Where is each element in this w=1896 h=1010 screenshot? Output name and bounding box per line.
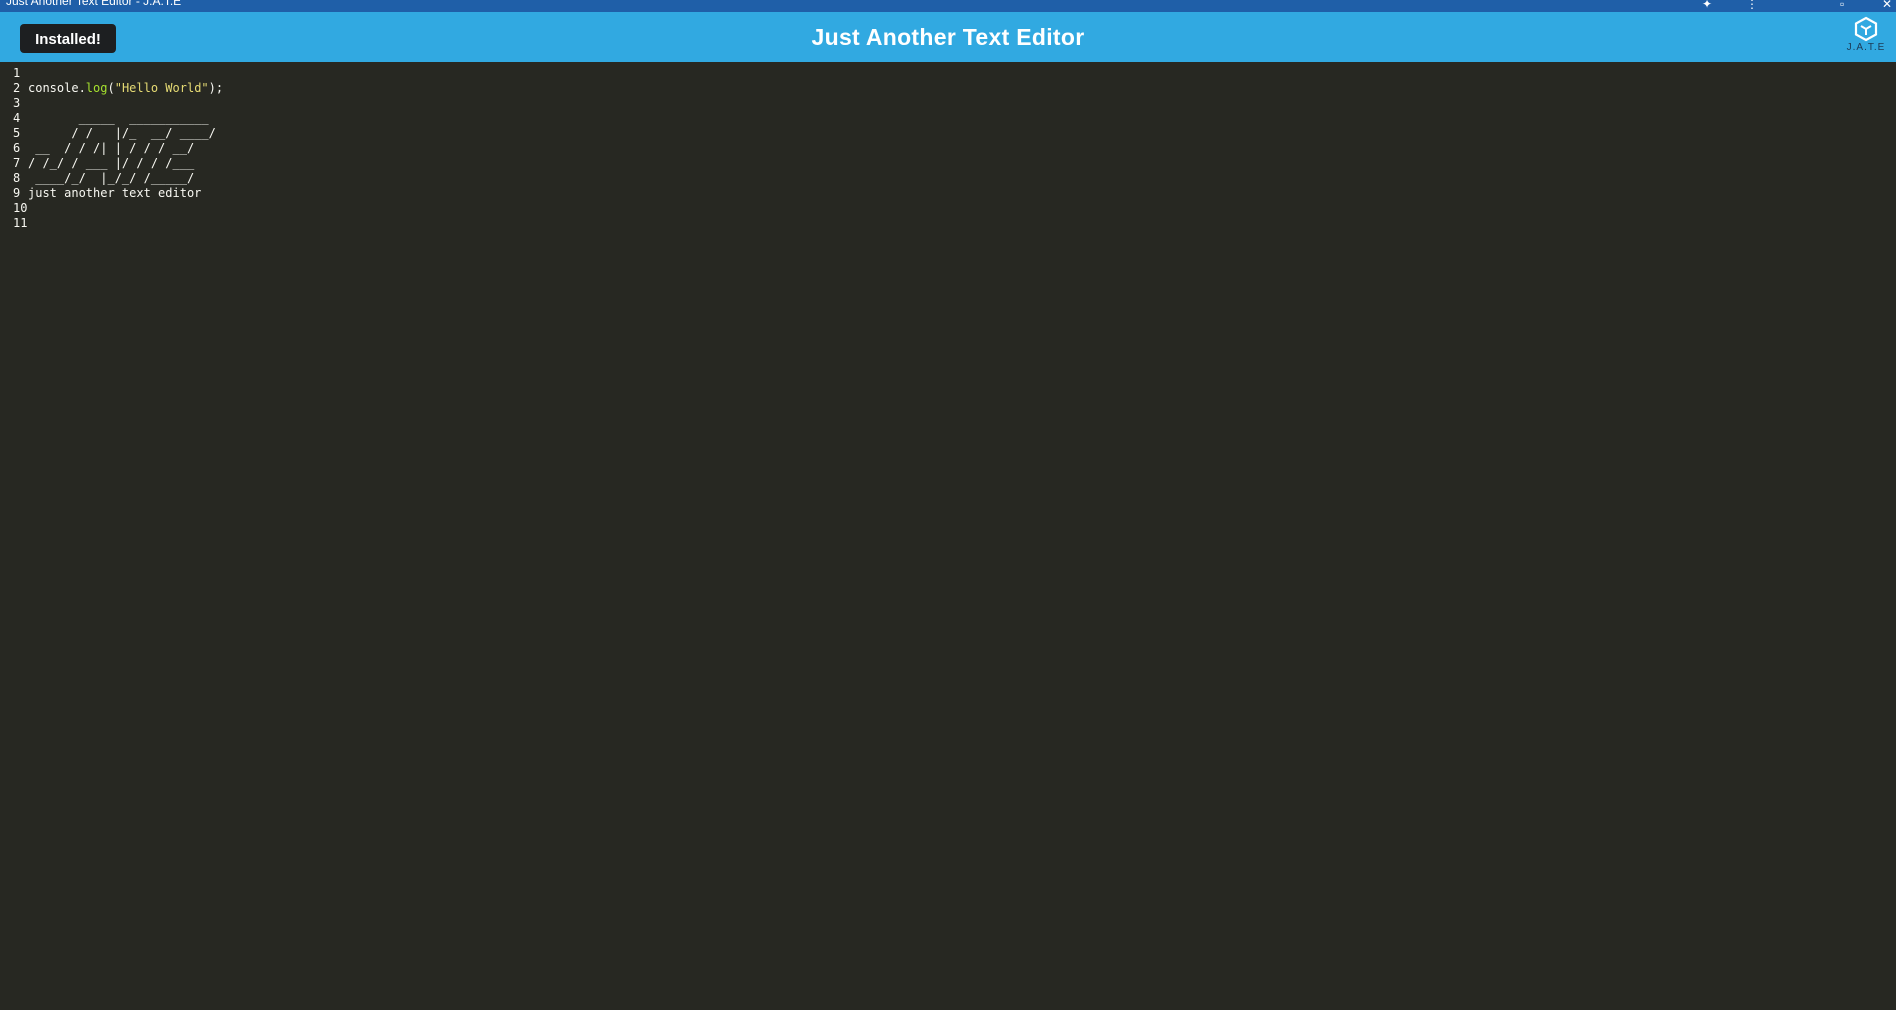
editor-line: 10 [0, 201, 1896, 216]
editor-line: 4 _____ ___________ [0, 111, 1896, 126]
token-paren-open: ( [107, 81, 115, 95]
line-number: 11 [13, 216, 28, 230]
window-titlebar: Just Another Text Editor - J.A.T.E ✦ ⋮ ▫… [0, 0, 1896, 12]
line-number: 5 [13, 126, 21, 140]
line-number: 6 [13, 141, 21, 155]
cube-logo-icon [1854, 16, 1878, 42]
line-number: 8 [13, 171, 21, 185]
line-content[interactable] [22, 201, 28, 216]
line-content[interactable]: ____/_/ |_/_/ /_____/ [22, 171, 194, 186]
editor-line: 8 ____/_/ |_/_/ /_____/ [0, 171, 1896, 186]
app-title: Just Another Text Editor [811, 24, 1085, 50]
line-content[interactable]: __ / / /| | / / / __/ [22, 141, 194, 156]
editor-line: 7 / /_/ / ___ |/ / / /___ [0, 156, 1896, 171]
line-content[interactable]: / /_/ / ___ |/ / / /___ [22, 156, 194, 171]
restore-window-icon[interactable]: ▫ [1840, 0, 1844, 10]
line-content[interactable] [22, 66, 28, 81]
logo-text: J.A.T.E [1846, 42, 1886, 53]
line-number: 2 [13, 81, 21, 95]
editor-line: 1 [0, 66, 1896, 81]
line-number: 3 [13, 96, 21, 110]
line-number: 1 [13, 66, 21, 80]
editor-line: 11 [0, 216, 1896, 231]
line-number: 4 [13, 111, 21, 125]
token-string: "Hello World" [114, 81, 209, 95]
token-object: console. [28, 81, 86, 95]
line-content[interactable] [22, 96, 28, 111]
editor-line: 6 __ / / /| | / / / __/ [0, 141, 1896, 156]
more-options-icon[interactable]: ⋮ [1746, 0, 1758, 10]
line-content[interactable]: just another text editor [22, 186, 201, 201]
line-content[interactable]: / / |/_ __/ ____/ [22, 126, 216, 141]
install-button[interactable]: Installed! [20, 24, 116, 53]
close-window-icon[interactable]: ✕ [1882, 0, 1892, 10]
window-title: Just Another Text Editor - J.A.T.E [6, 0, 182, 8]
extensions-icon[interactable]: ✦ [1702, 0, 1712, 10]
line-content[interactable]: console.log("Hello World"); [22, 81, 223, 96]
editor-line: 9 just another text editor [0, 186, 1896, 201]
app-logo: J.A.T.E [1844, 16, 1888, 60]
line-number: 9 [13, 186, 21, 200]
code-editor[interactable]: 1 2 console.log("Hello World"); 3 4 ____… [0, 62, 1896, 1010]
editor-line: 3 [0, 96, 1896, 111]
editor-line: 2 console.log("Hello World"); [0, 81, 1896, 96]
line-number: 10 [13, 201, 28, 215]
line-content[interactable]: _____ ___________ [22, 111, 209, 126]
line-number: 7 [13, 156, 21, 170]
app-navbar: Installed! Just Another Text Editor J.A.… [0, 12, 1896, 62]
editor-line: 5 / / |/_ __/ ____/ [0, 126, 1896, 141]
line-content[interactable] [22, 216, 28, 231]
token-paren-close: ); [208, 81, 224, 95]
token-function: log [85, 81, 108, 95]
